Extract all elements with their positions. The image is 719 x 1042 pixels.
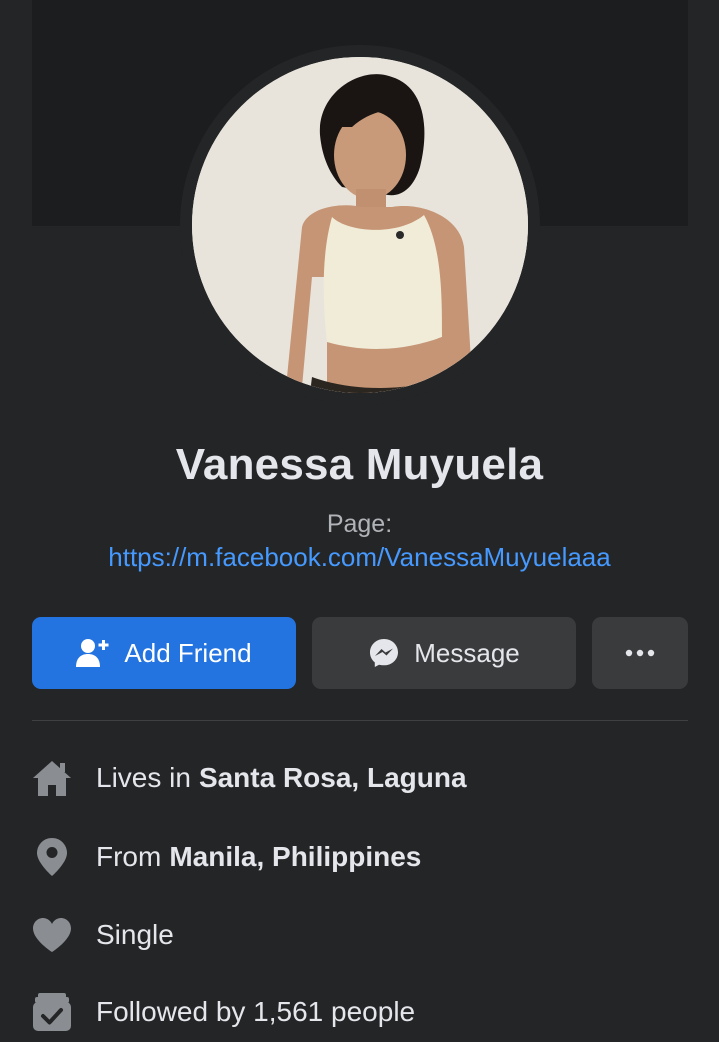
page-label: Page: — [326, 510, 393, 538]
more-options-button[interactable] — [592, 617, 688, 689]
add-friend-icon — [76, 638, 110, 668]
profile-name: Vanessa Muyuela — [175, 440, 544, 489]
message-label: Message — [414, 637, 520, 668]
more-horizontal-icon — [625, 649, 655, 657]
relationship-status: Single — [96, 919, 174, 950]
from-place[interactable]: Manila, Philippines — [169, 841, 421, 873]
page-url-link[interactable]: https://m.facebook.com/VanessaMuyuelaaa — [0, 542, 719, 573]
profile-picture[interactable] — [192, 57, 528, 393]
section-divider — [32, 720, 688, 721]
followed-by-text[interactable]: Followed by 1,561 people — [96, 996, 415, 1028]
from-prefix: From — [96, 841, 162, 872]
intro-relationship: Single — [32, 913, 688, 957]
followers-icon — [32, 992, 72, 1032]
location-pin-icon — [32, 837, 72, 877]
profile-picture-frame — [180, 45, 540, 405]
add-friend-button[interactable]: Add Friend — [32, 617, 296, 689]
lives-in-place[interactable]: Santa Rosa, Laguna — [199, 762, 467, 794]
heart-icon — [32, 915, 72, 955]
profile-page: Vanessa Muyuela Page: https://m.facebook… — [0, 0, 719, 1042]
home-icon — [32, 758, 72, 798]
intro-lives-in: Lives in Santa Rosa, Laguna — [32, 756, 688, 800]
intro-from: From Manila, Philippines — [32, 835, 688, 879]
profile-photo-image — [192, 57, 528, 393]
lives-in-prefix: Lives in — [96, 762, 191, 793]
message-button[interactable]: Message — [312, 617, 576, 689]
add-friend-label: Add Friend — [124, 637, 252, 668]
intro-followers: Followed by 1,561 people — [32, 990, 688, 1034]
messenger-icon — [368, 637, 400, 669]
